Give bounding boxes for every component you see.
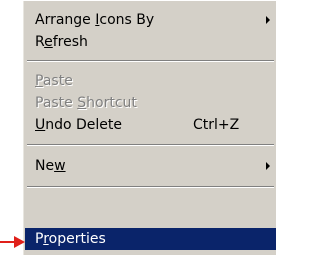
menu-item-new[interactable]: New (25, 155, 276, 177)
menu-item-undo-delete[interactable]: Undo Delete Ctrl+Z (25, 114, 276, 136)
menu-item-label: Refresh (35, 34, 88, 50)
menu-item-label: New (35, 158, 66, 174)
menu-item-arrange-icons-by[interactable]: Arrange Icons By (25, 9, 276, 31)
desktop-context-menu: Arrange Icons By Refresh Paste Paste Sho… (22, 0, 276, 255)
menu-item-shortcut: Ctrl+Z (193, 117, 240, 133)
red-arrow-pointer-icon (0, 236, 25, 248)
menu-item-label: Paste Shortcut (35, 95, 137, 111)
menu-item-label: Arrange Icons By (35, 12, 155, 28)
menu-separator (27, 186, 274, 188)
menu-item-label: Paste (35, 73, 73, 89)
menu-separator (27, 60, 274, 62)
menu-item-properties[interactable]: Properties (25, 228, 276, 250)
submenu-arrow-icon (266, 162, 270, 170)
menu-item-paste-shortcut[interactable]: Paste Shortcut (25, 92, 276, 114)
menu-item-label: Undo Delete (35, 117, 123, 133)
menu-item-refresh[interactable]: Refresh (25, 31, 276, 53)
desktop-background: Arrange Icons By Refresh Paste Paste Sho… (0, 0, 276, 255)
menu-item-label: Properties (35, 231, 106, 247)
submenu-arrow-icon (266, 16, 270, 24)
menu-item-paste[interactable]: Paste (25, 70, 276, 92)
menu-separator (27, 144, 274, 146)
